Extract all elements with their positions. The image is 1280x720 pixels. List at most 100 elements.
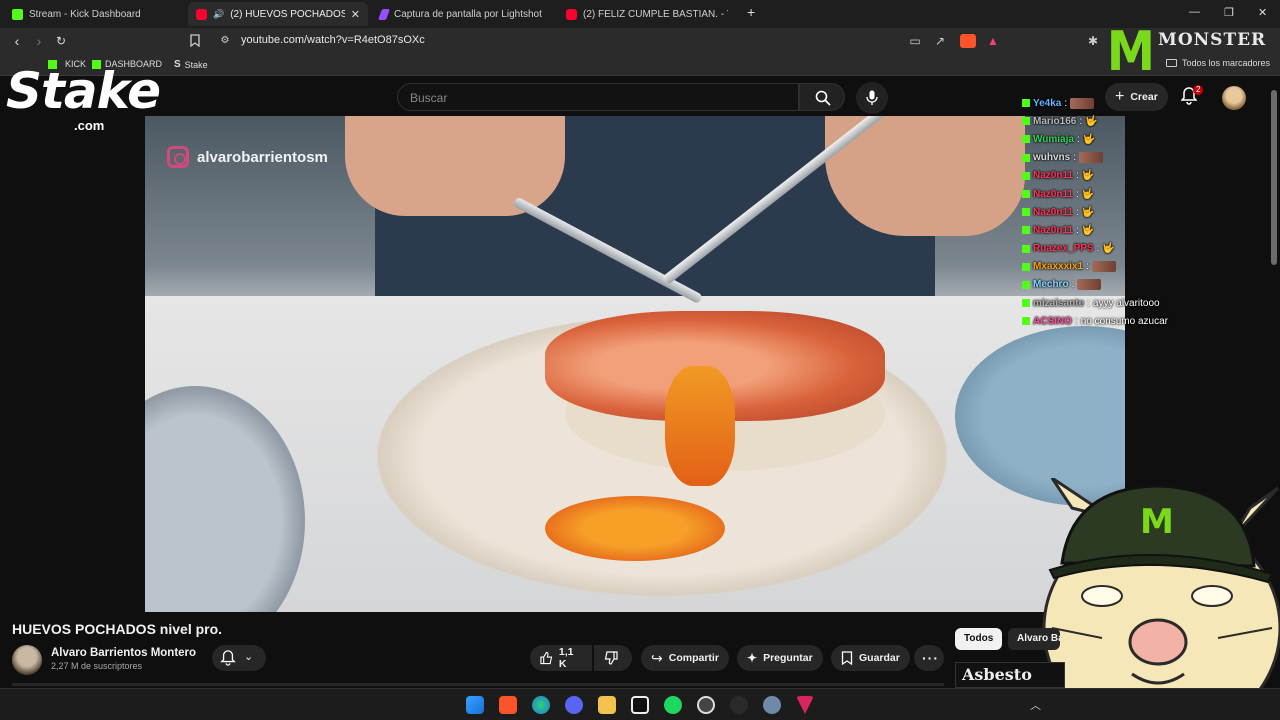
share-icon[interactable]: ↗ xyxy=(933,34,947,48)
youtube-icon xyxy=(566,8,577,20)
streaming-app-icon[interactable] xyxy=(631,696,649,714)
edge-browser-icon[interactable] xyxy=(532,696,550,714)
stake-domain: .com xyxy=(74,118,105,133)
monster-logo: M MONSTER xyxy=(1104,20,1280,83)
voice-search-button[interactable] xyxy=(856,82,888,114)
instagram-icon xyxy=(167,146,189,168)
kick-badge-icon xyxy=(1022,190,1030,199)
save-label: Guardar xyxy=(859,652,900,664)
back-button[interactable]: ‹ xyxy=(8,32,26,50)
search-input[interactable]: Buscar xyxy=(397,83,799,111)
chat-username: wuhvns xyxy=(1033,152,1071,164)
dislike-button[interactable] xyxy=(594,645,632,671)
brave-rewards-icon[interactable]: ▲ xyxy=(986,34,1000,48)
kick-badge-icon xyxy=(1022,299,1030,308)
close-window-button[interactable]: ✕ xyxy=(1258,6,1267,19)
video-left-hand xyxy=(345,116,565,216)
account-avatar[interactable] xyxy=(1222,86,1246,110)
tab-lightshot[interactable]: Captura de pantalla por Lightshot xyxy=(372,2,552,26)
tab-label: (2) HUEVOS POCHADOS nivel xyxy=(230,8,345,20)
tab-strip: Stream - Kick Dashboard 🔊 (2) HUEVOS POC… xyxy=(0,0,1280,28)
chat-message: Naz0n11 : 🤟 xyxy=(1022,203,1212,221)
extensions-icon[interactable]: ✱ xyxy=(1086,34,1100,48)
subscriber-count: 2,27 M de suscriptores xyxy=(51,661,143,671)
chat-username: Naz0n11 xyxy=(1033,188,1074,200)
chat-username: mizaisante xyxy=(1033,297,1085,309)
tray-chevron-icon[interactable]: ︿ xyxy=(1030,697,1041,713)
site-settings-icon[interactable]: ⚙ xyxy=(218,34,232,48)
thumbs-down-icon xyxy=(604,651,618,665)
reload-button[interactable]: ↻ xyxy=(52,32,70,50)
chat-username: Mechro xyxy=(1033,279,1069,291)
hand-emote-icon: 🤟 xyxy=(1085,115,1098,127)
hand-emote-icon: 🤟 xyxy=(1081,224,1095,236)
settings-gear-icon[interactable] xyxy=(763,696,781,714)
chip-channel[interactable]: Alvaro Ba xyxy=(1008,628,1060,650)
subscription-bell-button[interactable]: ⌄ xyxy=(212,645,266,671)
url-field[interactable]: youtube.com/watch?v=R4etO87sOXc xyxy=(241,34,425,46)
close-tab-icon[interactable]: ✕ xyxy=(351,8,360,21)
chat-username: Ye4ka xyxy=(1033,97,1062,109)
tab-huevos-pochados[interactable]: 🔊 (2) HUEVOS POCHADOS nivel ✕ xyxy=(188,2,368,26)
microphone-icon xyxy=(866,90,878,105)
monster-wordmark: MONSTER xyxy=(1158,30,1267,50)
chat-emote-icon xyxy=(1070,97,1095,109)
ask-button[interactable]: ✦ Preguntar xyxy=(737,645,823,671)
app-icon[interactable] xyxy=(730,696,748,714)
kick-badge-icon xyxy=(1022,244,1030,253)
discord-icon[interactable] xyxy=(565,696,583,714)
save-button[interactable]: Guardar xyxy=(831,645,910,671)
channel-avatar[interactable] xyxy=(12,645,42,675)
chevron-down-icon: ⌄ xyxy=(244,651,254,663)
chip-all[interactable]: Todos xyxy=(955,628,1003,650)
chat-username: Ruazex_PPS xyxy=(1033,243,1094,255)
hand-emote-icon: 🤟 xyxy=(1102,243,1115,255)
search-button[interactable] xyxy=(799,83,845,111)
chat-message: Mechro : xyxy=(1022,276,1212,294)
chat-username: Wumiaja xyxy=(1033,133,1074,145)
bookmark-icon xyxy=(841,651,853,665)
like-button[interactable]: 1,1 K xyxy=(530,645,592,671)
bookmark-stake[interactable]: S Stake xyxy=(174,59,208,70)
brave-shields-icon[interactable] xyxy=(960,34,976,48)
tab-feliz-cumple[interactable]: (2) FELIZ CUMPLE BASTIAN. - YouTub xyxy=(558,2,736,26)
bookmarks-bar: KICK DASHBOARD S Stake xyxy=(0,54,1280,76)
page-scrollbar[interactable] xyxy=(1271,90,1277,265)
spotify-icon[interactable] xyxy=(664,696,682,714)
chat-username: Mxaxxxix1 xyxy=(1033,261,1084,273)
new-tab-button[interactable]: + xyxy=(747,4,755,20)
search-icon xyxy=(815,90,831,106)
share-button[interactable]: ↪ Compartir xyxy=(641,645,729,671)
like-count: 1,1 K xyxy=(558,646,574,670)
chat-username: Naz0n11 xyxy=(1033,170,1074,182)
svg-text:M: M xyxy=(1140,502,1174,542)
obs-icon[interactable] xyxy=(697,696,715,714)
windows-start-icon[interactable] xyxy=(466,696,484,714)
more-actions-button[interactable]: ··· xyxy=(914,645,944,671)
forward-button[interactable]: › xyxy=(30,32,48,50)
video-player[interactable]: alvarobarrientosm xyxy=(145,116,1125,612)
channel-name[interactable]: Alvaro Barrientos Montero xyxy=(51,647,196,659)
minimize-button[interactable]: — xyxy=(1189,6,1200,18)
chat-separator: : xyxy=(1096,243,1100,255)
more-icon: ··· xyxy=(922,650,939,666)
chat-message: Mxaxxxix1 : xyxy=(1022,258,1212,276)
restore-button[interactable]: ❐ xyxy=(1224,6,1234,19)
kick-badge-icon xyxy=(1022,117,1030,126)
bookmark-label: Stake xyxy=(184,59,208,70)
brave-browser-icon[interactable] xyxy=(499,696,517,714)
bookmark-icon[interactable] xyxy=(188,34,202,48)
chat-message: Naz0n11 : 🤟 xyxy=(1022,185,1212,203)
tab-kick-dashboard[interactable]: Stream - Kick Dashboard xyxy=(4,2,186,26)
share-arrow-icon: ↪ xyxy=(651,649,663,666)
file-explorer-icon[interactable] xyxy=(598,696,616,714)
valorant-icon[interactable] xyxy=(796,696,814,714)
cat-avatar-overlay: M xyxy=(1042,478,1280,720)
tab-label: Captura de pantalla por Lightshot xyxy=(394,8,542,20)
chat-separator: : xyxy=(1076,224,1079,236)
cast-icon[interactable]: ▭ xyxy=(908,34,922,48)
recommended-video-thumbnail[interactable]: Asbesto xyxy=(955,662,1065,688)
stream-chat-overlay: Ye4ka : Mario166 : 🤟 Wumiaja : 🤟 wuhvns : Naz0… xyxy=(1022,94,1212,330)
chat-username: Naz0n11 xyxy=(1033,224,1074,236)
kick-badge-icon xyxy=(1022,135,1030,144)
